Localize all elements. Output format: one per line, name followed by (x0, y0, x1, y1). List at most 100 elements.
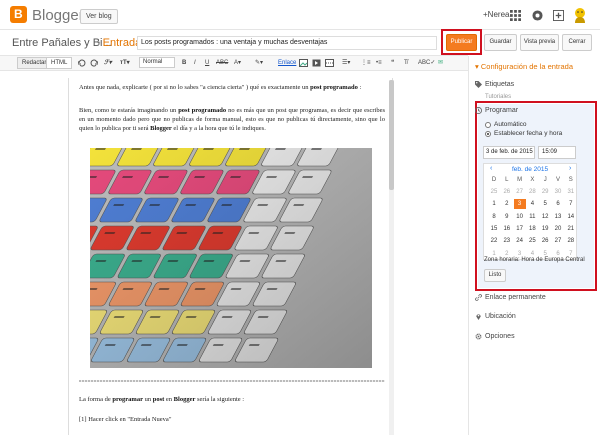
calendar-day[interactable]: 2 (501, 199, 513, 209)
keyboard-photo[interactable] (90, 148, 372, 368)
calendar-day[interactable]: 26 (501, 187, 513, 197)
location-pin-icon (476, 314, 481, 320)
numbered-list-icon[interactable]: ⋮≡ (361, 59, 371, 67)
underline-icon[interactable]: U (205, 59, 209, 67)
calendar-weekday: J (543, 177, 547, 183)
clear-formatting-icon[interactable]: T̸ (404, 59, 408, 67)
calendar-weekday: V (555, 177, 560, 183)
apps-grid-icon[interactable] (510, 10, 521, 21)
calendar-weekday: D (491, 177, 497, 183)
prev-month-icon[interactable]: ‹ (490, 165, 492, 172)
calendar-day[interactable]: 7 (565, 199, 577, 209)
highlight-color-icon[interactable]: ✎▾ (255, 59, 263, 67)
tag-icon (475, 81, 482, 88)
location-item[interactable]: Ubicación (485, 313, 516, 320)
calendar-day[interactable]: 16 (501, 224, 513, 234)
calendar-day[interactable]: 17 (514, 224, 526, 234)
time-input[interactable]: 15:09 (538, 146, 576, 159)
notifications-icon[interactable] (532, 10, 543, 21)
calendar-day[interactable]: 14 (565, 212, 577, 222)
avatar[interactable] (573, 7, 587, 23)
calendar-day[interactable]: 15 (488, 224, 500, 234)
font-size-icon[interactable]: ᴛT▾ (120, 59, 130, 67)
calendar-day[interactable]: 28 (526, 187, 538, 197)
calendar-day[interactable]: 24 (514, 236, 526, 246)
calendar-day[interactable]: 28 (565, 236, 577, 246)
format-select[interactable]: Normal (139, 57, 175, 68)
calendar-day[interactable]: 10 (514, 212, 526, 222)
view-blog-button[interactable]: Ver blog (80, 9, 118, 24)
date-input[interactable]: 3 de feb. de 2015 (483, 146, 535, 159)
video-icon[interactable] (312, 59, 321, 67)
separator-line (79, 380, 385, 382)
calendar-day[interactable]: 20 (552, 224, 564, 234)
share-plus-icon[interactable] (553, 10, 564, 21)
schedule-item[interactable]: Programar (485, 107, 518, 114)
calendar-day[interactable]: 18 (526, 224, 538, 234)
undo-icon[interactable] (78, 59, 86, 67)
calendar-day[interactable]: 1 (488, 199, 500, 209)
redo-icon[interactable] (90, 59, 98, 67)
spellcheck-icon[interactable]: ABC✓ (418, 59, 435, 67)
align-icon[interactable]: ☰▾ (342, 59, 350, 67)
publish-button[interactable]: Publicar (446, 34, 477, 51)
labels-item[interactable]: Etiquetas (485, 81, 514, 88)
p3-d: post (152, 396, 165, 403)
text-color-icon[interactable]: A▾ (234, 59, 241, 67)
calendar-day[interactable]: 30 (552, 187, 564, 197)
post-settings-heading[interactable]: ▾ Configuración de la entrada (475, 62, 573, 71)
calendar-day[interactable]: 29 (539, 187, 551, 197)
close-button[interactable]: Cerrar (562, 34, 592, 51)
calendar-day[interactable]: 6 (552, 199, 564, 209)
calendar-day[interactable]: 13 (552, 212, 564, 222)
calendar-day[interactable]: 4 (526, 199, 538, 209)
post-title-input[interactable]: Los posts programados : una ventaja y mu… (137, 36, 437, 50)
calendar-day[interactable]: 25 (488, 187, 500, 197)
calendar-day[interactable]: 31 (565, 187, 577, 197)
calendar-day[interactable]: 9 (501, 212, 513, 222)
calendar-day[interactable]: 21 (565, 224, 577, 234)
quote-icon[interactable]: ❝ (391, 59, 394, 67)
set-date-radio[interactable] (485, 131, 491, 137)
automatic-radio[interactable] (485, 122, 491, 128)
link-icon (475, 294, 482, 301)
calendar-day[interactable]: 11 (526, 212, 538, 222)
gear-icon (475, 333, 482, 340)
calendar-day[interactable]: 23 (501, 236, 513, 246)
translate-icon[interactable]: ✉ (438, 59, 443, 67)
blogger-logo-icon[interactable] (10, 6, 27, 23)
preview-button[interactable]: Vista previa (520, 34, 559, 51)
save-button[interactable]: Guardar (484, 34, 517, 51)
brand-name[interactable]: Blogger (32, 7, 84, 24)
breadcrumb-separator: › (97, 37, 101, 49)
calendar-day[interactable]: 5 (539, 199, 551, 209)
jump-break-icon[interactable] (325, 59, 334, 67)
calendar-day[interactable]: 3 (513, 199, 526, 210)
calendar-day[interactable]: 27 (514, 187, 526, 197)
italic-icon[interactable]: I (194, 59, 196, 67)
link-button[interactable]: Enlace (278, 59, 296, 67)
editor-scrollbar-thumb[interactable] (389, 80, 394, 190)
paragraph-3: La forma de programar un post en Blogger… (79, 395, 385, 404)
set-date-label: Establecer fecha y hora (494, 130, 563, 137)
strikethrough-icon[interactable]: ABC (216, 59, 228, 67)
post-settings-heading-label: Configuración de la entrada (480, 62, 574, 71)
bold-icon[interactable]: B (182, 59, 186, 67)
image-icon[interactable] (299, 59, 308, 67)
bulleted-list-icon[interactable]: •≡ (376, 59, 382, 67)
done-button[interactable]: Listo (484, 269, 506, 282)
calendar-day[interactable]: 25 (526, 236, 538, 246)
font-family-icon[interactable]: ℱ▾ (104, 59, 112, 67)
permalink-item[interactable]: Enlace permanente (485, 294, 546, 301)
calendar-day[interactable]: 12 (539, 212, 551, 222)
calendar-day[interactable]: 19 (539, 224, 551, 234)
user-name[interactable]: +Nerea (483, 10, 509, 19)
calendar-day[interactable]: 22 (488, 236, 500, 246)
options-item[interactable]: Opciones (485, 333, 515, 340)
calendar-day[interactable]: 27 (552, 236, 564, 246)
html-mode-button[interactable]: HTML (46, 57, 73, 69)
p3-c: un (142, 396, 153, 403)
calendar-day[interactable]: 26 (539, 236, 551, 246)
calendar-day[interactable]: 8 (488, 212, 500, 222)
next-month-icon[interactable]: › (569, 165, 571, 172)
